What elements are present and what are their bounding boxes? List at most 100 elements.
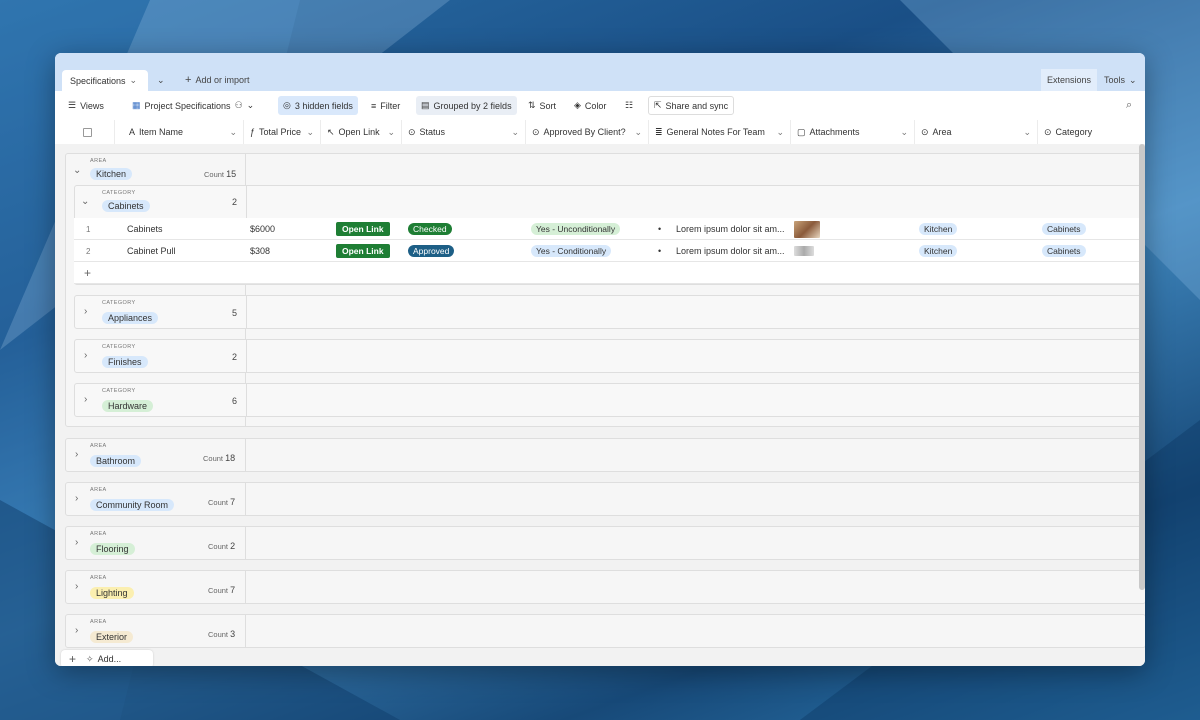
- attachment-thumbnail[interactable]: [794, 246, 814, 256]
- group-name-pill: Kitchen: [90, 168, 133, 180]
- column-status[interactable]: ⊙ Status ⌄: [402, 120, 526, 144]
- cell-total-price[interactable]: $6000: [250, 218, 275, 240]
- subgroup-hardware[interactable]: › CATEGORY Hardware 6: [74, 383, 1145, 417]
- plus-icon[interactable]: +: [84, 262, 91, 284]
- status-badge: Approved: [408, 245, 455, 257]
- table-row[interactable]: 1 Cabinets $6000 Open Link Checked Yes -…: [74, 218, 1145, 240]
- plus-icon[interactable]: +: [69, 652, 76, 666]
- row-number: 2: [86, 246, 91, 256]
- select-all-checkbox[interactable]: [83, 127, 92, 137]
- subgroup-caption: CATEGORY: [102, 344, 136, 350]
- row-number: 1: [86, 224, 91, 234]
- cell-status[interactable]: Approved: [408, 240, 455, 262]
- add-record-button[interactable]: ✧ Add...: [86, 654, 121, 665]
- chevron-right-icon[interactable]: ›: [84, 394, 87, 405]
- cell-approved[interactable]: Yes - Unconditionally: [531, 218, 621, 240]
- cell-notes[interactable]: Lorem ipsum dolor sit am...: [676, 218, 785, 240]
- select-icon: ⊙: [1044, 126, 1052, 137]
- sort-button[interactable]: ⇅ Sort: [523, 96, 561, 115]
- status-badge: Checked: [408, 223, 452, 235]
- chevron-right-icon[interactable]: ›: [75, 581, 78, 592]
- group-lighting[interactable]: › AREA Lighting Count 7: [65, 570, 1145, 604]
- cell-item-name[interactable]: Cabinet Pull: [127, 240, 176, 262]
- column-attachments[interactable]: ▢ Attachments ⌄: [791, 120, 915, 144]
- group-name-pill: Exterior: [90, 631, 134, 643]
- vertical-scrollbar[interactable]: [1139, 144, 1145, 590]
- table-row[interactable]: 2 Cabinet Pull $308 Open Link Approved Y…: [74, 240, 1145, 262]
- area-tag: Kitchen: [919, 223, 958, 235]
- add-row[interactable]: +: [74, 262, 1145, 284]
- row-height-icon: ☷: [625, 100, 634, 110]
- subgroup-count: 6: [232, 396, 237, 406]
- column-header-row: A Item Name ⌄ ƒ Total Price ⌄ ↖ Open Link ⌄ ⊙ S…: [55, 120, 1145, 145]
- group-count: Count 15: [204, 169, 236, 179]
- tables-dropdown[interactable]: ⌄: [157, 69, 165, 91]
- attachment-thumbnail[interactable]: [794, 220, 820, 238]
- cell-open-link[interactable]: Open Link: [336, 240, 390, 262]
- chevron-right-icon[interactable]: ›: [75, 625, 78, 636]
- cell-open-link[interactable]: Open Link: [336, 218, 390, 240]
- group-button[interactable]: ▤ Grouped by 2 fields: [416, 96, 517, 115]
- chevron-down-icon[interactable]: ⌄: [81, 196, 89, 207]
- chevron-right-icon[interactable]: ›: [75, 493, 78, 504]
- chevron-down-icon: ⌄: [306, 126, 314, 137]
- cell-approved[interactable]: Yes - Conditionally: [531, 240, 612, 262]
- group-flooring[interactable]: › AREA Flooring Count 2: [65, 526, 1145, 560]
- tools-button[interactable]: Tools ⌄: [1104, 69, 1137, 91]
- group-community-room[interactable]: › AREA Community Room Count 7: [65, 482, 1145, 516]
- view-switcher[interactable]: ▦ Project Specifications ⚇ ⌄: [127, 96, 259, 115]
- chevron-down-icon[interactable]: ⌄: [73, 165, 81, 176]
- chevron-down-icon[interactable]: ⌄: [130, 75, 138, 86]
- group-kitchen: ⌄ AREA Kitchen Count 15 ⌄ CATEGORY Cabin…: [65, 153, 1145, 427]
- cell-total-price[interactable]: $308: [250, 240, 270, 262]
- group-bathroom[interactable]: › AREA Bathroom Count 18: [65, 438, 1145, 472]
- subgroup-name-pill: Appliances: [102, 312, 159, 324]
- column-general-notes[interactable]: ≣ General Notes For Team ⌄: [649, 120, 791, 144]
- add-or-import-button[interactable]: + Add or import: [185, 69, 249, 91]
- column-open-link[interactable]: ↖ Open Link ⌄: [321, 120, 402, 144]
- chevron-right-icon[interactable]: ›: [84, 306, 87, 317]
- formula-icon: ƒ: [250, 127, 256, 137]
- tab-specifications[interactable]: Specifications ⌄: [62, 70, 148, 91]
- open-link-button[interactable]: Open Link: [336, 222, 390, 236]
- column-area[interactable]: ⊙ Area ⌄: [915, 120, 1038, 144]
- subgroup-finishes[interactable]: › CATEGORY Finishes 2: [74, 339, 1145, 373]
- column-item-name[interactable]: A Item Name ⌄: [115, 120, 244, 144]
- cell-attachments[interactable]: [794, 240, 814, 262]
- view-toolbar: ☰ Views ▦ Project Specifications ⚇ ⌄ ◎ 3 h…: [55, 91, 1145, 121]
- cell-category[interactable]: Cabinets: [1042, 218, 1086, 240]
- column-total-price[interactable]: ƒ Total Price ⌄: [244, 120, 321, 144]
- extensions-button[interactable]: Extensions: [1041, 69, 1098, 91]
- cell-area[interactable]: Kitchen: [919, 218, 958, 240]
- group-name-pill: Lighting: [90, 587, 134, 599]
- column-label: General Notes For Team: [666, 127, 765, 137]
- filter-button[interactable]: ≡ Filter: [366, 96, 405, 115]
- group-caption: AREA: [90, 487, 107, 493]
- views-button[interactable]: ☰ Views: [63, 96, 109, 115]
- group-exterior[interactable]: › AREA Exterior Count 3: [65, 614, 1145, 648]
- share-label: Share and sync: [665, 100, 729, 111]
- share-icon: ⇱: [654, 100, 662, 110]
- hidden-fields-button[interactable]: ◎ 3 hidden fields: [278, 96, 358, 115]
- select-icon: ⊙: [408, 126, 416, 137]
- column-approved-by-client[interactable]: ⊙ Approved By Client? ⌄: [526, 120, 649, 144]
- column-category[interactable]: ⊙ Category: [1038, 120, 1145, 144]
- cell-category[interactable]: Cabinets: [1042, 240, 1086, 262]
- chevron-right-icon[interactable]: ›: [75, 449, 78, 460]
- attachment-icon: ▢: [797, 126, 806, 137]
- cell-notes[interactable]: Lorem ipsum dolor sit am...: [676, 240, 785, 262]
- view-name: Project Specifications: [144, 100, 231, 111]
- cell-area[interactable]: Kitchen: [919, 240, 958, 262]
- cell-attachments[interactable]: [794, 218, 820, 240]
- subgroup-count: 5: [232, 308, 237, 318]
- cell-item-name[interactable]: Cabinets: [127, 218, 163, 240]
- row-height-button[interactable]: ☷: [620, 96, 638, 115]
- color-button[interactable]: ◈ Color: [569, 96, 611, 115]
- chevron-right-icon[interactable]: ›: [84, 350, 87, 361]
- open-link-button[interactable]: Open Link: [336, 244, 390, 258]
- subgroup-appliances[interactable]: › CATEGORY Appliances 5: [74, 295, 1145, 329]
- share-sync-button[interactable]: ⇱ Share and sync: [648, 96, 735, 115]
- cell-status[interactable]: Checked: [408, 218, 452, 240]
- chevron-right-icon[interactable]: ›: [75, 537, 78, 548]
- search-button[interactable]: ⌕: [1121, 96, 1137, 115]
